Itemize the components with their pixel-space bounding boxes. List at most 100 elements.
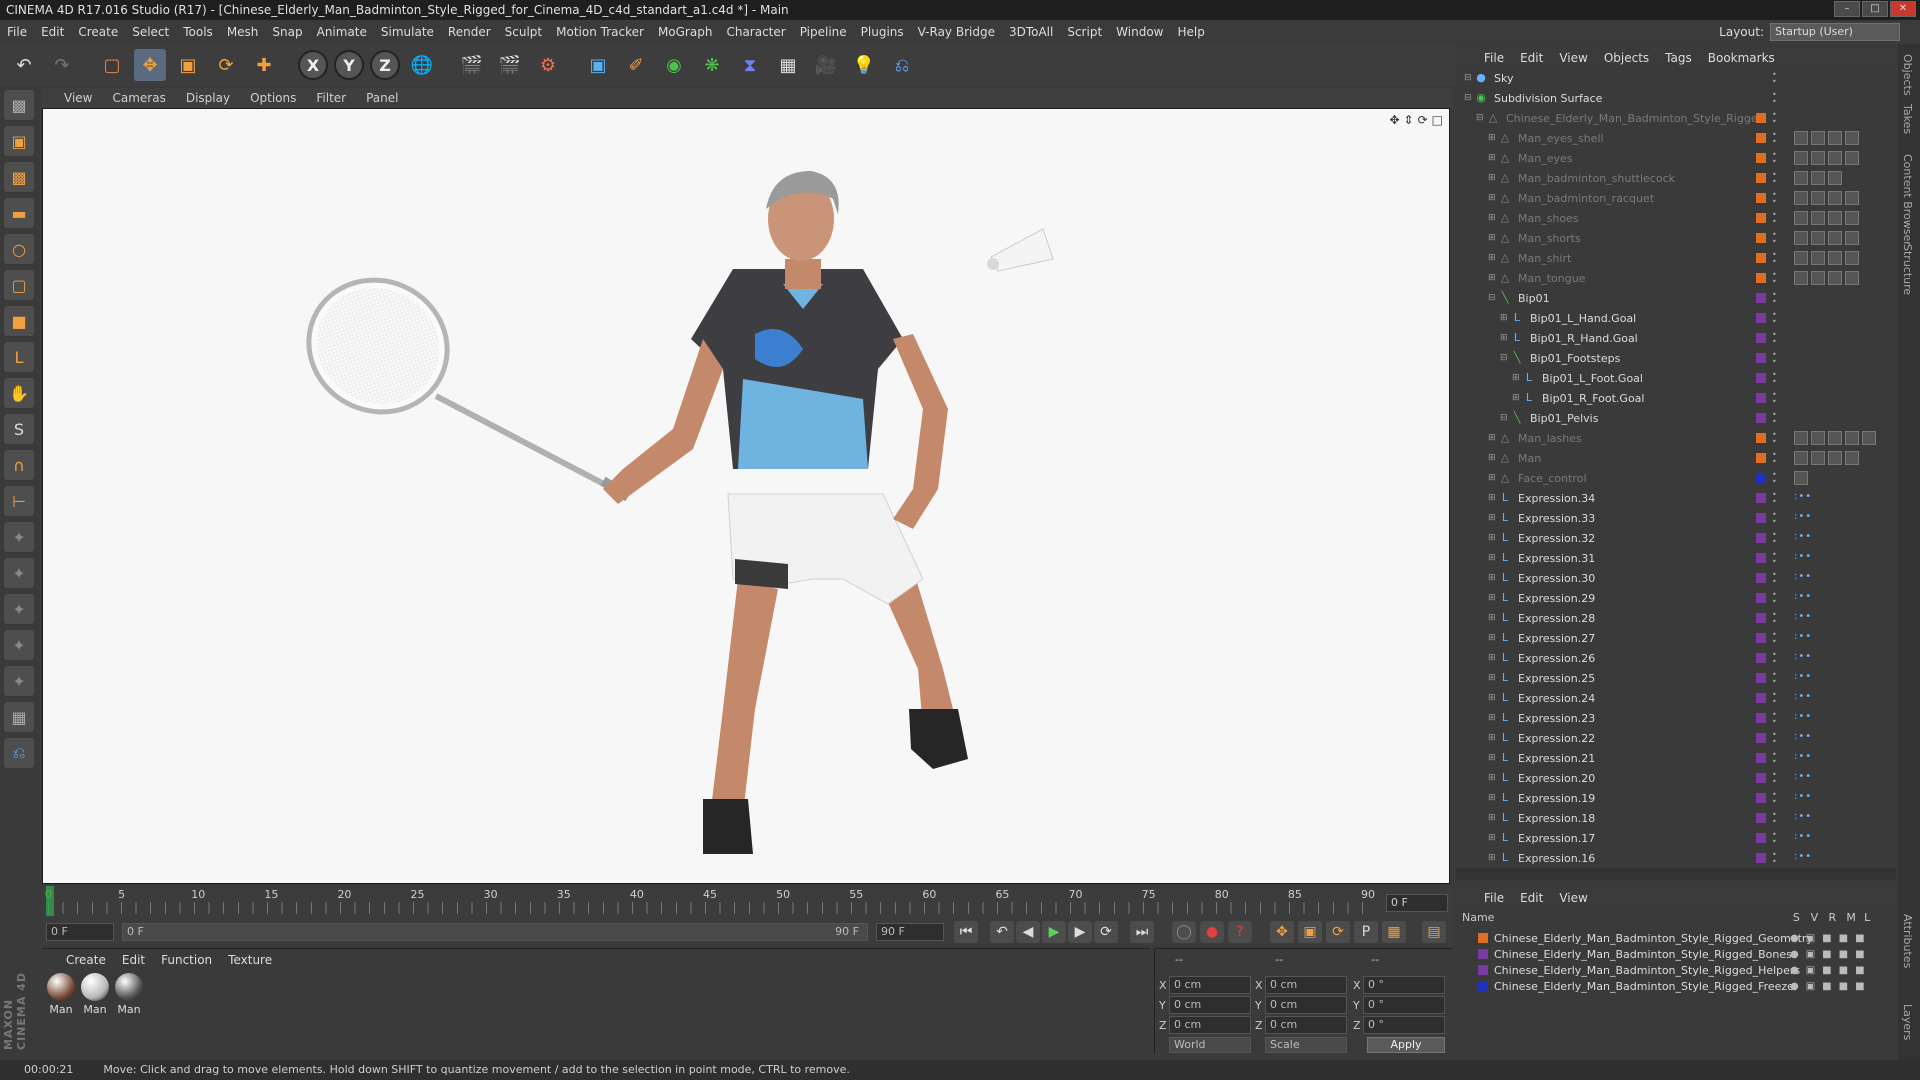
tab-attributes[interactable]: Attributes: [1901, 914, 1914, 968]
object-row[interactable]: ⊞ L Bip01_R_Foot.Goal • •: [1456, 388, 1896, 408]
visibility-dots[interactable]: • •: [1772, 771, 1777, 786]
frame-range-slider[interactable]: 0 F 90 F: [122, 923, 868, 941]
expression-tag-icon[interactable]: :••: [1794, 651, 1812, 662]
menu-item-3dtoall[interactable]: 3DToAll: [1002, 25, 1060, 39]
material-tag-icon[interactable]: [1828, 131, 1842, 145]
object-row[interactable]: ⊞ L Expression.25 • •:••: [1456, 668, 1896, 688]
menu-item-mograph[interactable]: MoGraph: [651, 25, 720, 39]
object-row[interactable]: ⊟ ╲ Bip01_Pelvis • •: [1456, 408, 1896, 428]
layer-color-swatch[interactable]: [1756, 693, 1766, 703]
menu-item-animate[interactable]: Animate: [310, 25, 374, 39]
workplane-icon[interactable]: ▬: [4, 198, 34, 228]
material-tag-icon[interactable]: [1794, 131, 1808, 145]
position-x-field[interactable]: 0 cm: [1169, 976, 1251, 994]
visibility-dots[interactable]: • •: [1772, 331, 1777, 346]
expand-toggle-icon[interactable]: ⊞: [1488, 133, 1498, 143]
object-menu-objects[interactable]: Objects: [1604, 51, 1649, 65]
expand-toggle-icon[interactable]: ⊞: [1488, 193, 1498, 203]
object-row[interactable]: ⊞ L Expression.33 • •:••: [1456, 508, 1896, 528]
expand-toggle-icon[interactable]: ⊞: [1488, 453, 1498, 463]
object-row[interactable]: ⊞ L Expression.16 • •:••: [1456, 848, 1896, 868]
visibility-dots[interactable]: • •: [1772, 531, 1777, 546]
layer-color-swatch[interactable]: [1756, 733, 1766, 743]
make-editable-icon[interactable]: ▩: [4, 90, 34, 120]
object-row[interactable]: ⊞ L Bip01_L_Foot.Goal • •: [1456, 368, 1896, 388]
python-icon[interactable]: ⎌: [886, 49, 918, 81]
object-row[interactable]: ⊞ L Expression.19 • •:••: [1456, 788, 1896, 808]
expression-tag-icon[interactable]: :••: [1794, 771, 1812, 782]
object-row[interactable]: ⊞ L Expression.20 • •:••: [1456, 768, 1896, 788]
viewport-menu-panel[interactable]: Panel: [366, 91, 398, 105]
points-mode-icon[interactable]: ○: [4, 234, 34, 264]
material-tag-icon[interactable]: [1811, 131, 1825, 145]
material-tag-icon[interactable]: [1828, 191, 1842, 205]
visibility-dots[interactable]: • •: [1772, 211, 1777, 226]
expand-toggle-icon[interactable]: ⊞: [1488, 793, 1498, 803]
layer-color-swatch[interactable]: [1756, 333, 1766, 343]
move-tool-icon[interactable]: ✥: [134, 49, 166, 81]
viewport-menu-options[interactable]: Options: [250, 91, 296, 105]
layer-color-swatch[interactable]: [1756, 453, 1766, 463]
visibility-dots[interactable]: • •: [1772, 391, 1777, 406]
expand-toggle-icon[interactable]: ⊞: [1488, 593, 1498, 603]
visibility-dots[interactable]: • •: [1772, 511, 1777, 526]
layer-color-swatch[interactable]: [1756, 173, 1766, 183]
rotation-p-field[interactable]: 0 °: [1363, 996, 1445, 1014]
timeline-ruler[interactable]: [48, 902, 1364, 914]
object-menu-tags[interactable]: Tags: [1665, 51, 1692, 65]
position-y-field[interactable]: 0 cm: [1169, 996, 1251, 1014]
object-row[interactable]: ⊞ L Expression.27 • •:••: [1456, 628, 1896, 648]
expand-toggle-icon[interactable]: ⊞: [1488, 553, 1498, 563]
material-tag-icon[interactable]: [1845, 151, 1859, 165]
coordinate-mode-dropdown[interactable]: World: [1169, 1037, 1251, 1053]
expand-toggle-icon[interactable]: ⊞: [1488, 473, 1498, 483]
object-row[interactable]: ⊞ L Expression.26 • •:••: [1456, 648, 1896, 668]
floor-icon[interactable]: ▦: [772, 49, 804, 81]
brush-tool-icon[interactable]: ✦: [4, 666, 34, 696]
layer-color-swatch[interactable]: [1756, 793, 1766, 803]
material-tag-icon[interactable]: [1845, 431, 1859, 445]
tab-objects[interactable]: Objects: [1901, 54, 1914, 96]
layer-color-swatch[interactable]: [1756, 433, 1766, 443]
material-tag-icon[interactable]: [1811, 171, 1825, 185]
layer-flags[interactable]: ●▣■■■: [1790, 933, 1872, 944]
render-picture-viewer-icon[interactable]: 🎬: [494, 49, 526, 81]
expression-tag-icon[interactable]: :••: [1794, 631, 1812, 642]
expand-toggle-icon[interactable]: ⊟: [1500, 413, 1510, 423]
material-swatch[interactable]: Man: [114, 973, 144, 1016]
python-console-icon[interactable]: ⎌: [4, 738, 34, 768]
paint-tool-icon[interactable]: ✦: [4, 630, 34, 660]
object-row[interactable]: ⊞ L Bip01_L_Hand.Goal • •: [1456, 308, 1896, 328]
material-tag-icon[interactable]: [1794, 451, 1808, 465]
menu-item-pipeline[interactable]: Pipeline: [793, 25, 854, 39]
object-row[interactable]: ⊞ L Expression.31 • •:••: [1456, 548, 1896, 568]
expand-toggle-icon[interactable]: ⊞: [1488, 853, 1498, 863]
add-tool-icon[interactable]: ✚: [248, 49, 280, 81]
keyframe-selection-icon[interactable]: ?: [1228, 921, 1252, 943]
expand-toggle-icon[interactable]: ⊟: [1500, 353, 1510, 363]
edges-mode-icon[interactable]: ▢: [4, 270, 34, 300]
visibility-dots[interactable]: • •: [1772, 91, 1777, 106]
object-menu-edit[interactable]: Edit: [1520, 51, 1543, 65]
layer-color-swatch[interactable]: [1756, 653, 1766, 663]
expand-toggle-icon[interactable]: ⊞: [1512, 393, 1522, 403]
size-z-field[interactable]: 0 cm: [1265, 1016, 1347, 1034]
object-row[interactable]: ⊞ L Expression.22 • •:••: [1456, 728, 1896, 748]
expand-toggle-icon[interactable]: ⊞: [1500, 313, 1510, 323]
visibility-dots[interactable]: • •: [1772, 631, 1777, 646]
menu-item-plugins[interactable]: Plugins: [854, 25, 911, 39]
menu-item-snap[interactable]: Snap: [265, 25, 309, 39]
object-row[interactable]: ⊞ △ Man_eyes_shell • •: [1456, 128, 1896, 148]
visibility-dots[interactable]: • •: [1772, 471, 1777, 486]
minimize-button[interactable]: –: [1834, 1, 1860, 17]
key-scale-icon[interactable]: ▣: [1298, 921, 1322, 943]
object-row[interactable]: ⊞ △ Man_eyes • •: [1456, 148, 1896, 168]
material-tag-icon[interactable]: [1845, 451, 1859, 465]
material-tag-icon[interactable]: [1794, 271, 1808, 285]
z-axis-lock-icon[interactable]: Z: [370, 50, 400, 80]
orbit-icon[interactable]: ⟳: [1418, 113, 1428, 127]
maximize-view-icon[interactable]: □: [1432, 113, 1443, 127]
object-row[interactable]: ⊞ L Expression.18 • •:••: [1456, 808, 1896, 828]
visibility-dots[interactable]: • •: [1772, 691, 1777, 706]
rotate-tool-icon[interactable]: ⟳: [210, 49, 242, 81]
